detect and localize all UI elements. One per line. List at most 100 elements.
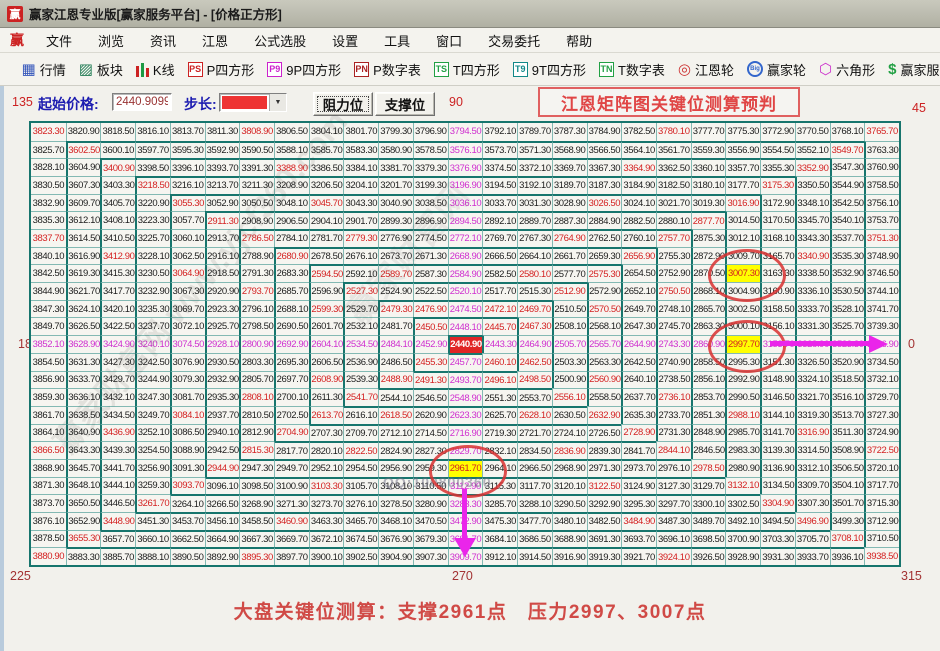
matrix-cell: 2896.90 (413, 211, 448, 229)
matrix-cell: 3112.90 (448, 477, 483, 495)
tool-item-P四方形[interactable]: PSP四方形 (181, 60, 261, 79)
matrix-cell: 3645.70 (66, 459, 101, 477)
matrix-cell: 2618.50 (378, 406, 413, 424)
matrix-cell: 3304.90 (760, 494, 795, 512)
menu-item-文件[interactable]: 文件 (33, 28, 85, 53)
matrix-cell: 3496.90 (795, 512, 830, 530)
matrix-cell: 3914.50 (517, 547, 552, 565)
matrix-cell: 2966.50 (517, 459, 552, 477)
menu-item-资讯[interactable]: 资讯 (137, 28, 189, 53)
matrix-cell: 2505.70 (552, 335, 587, 353)
menu-item-设置[interactable]: 设置 (319, 28, 371, 53)
tool-item-T数字表[interactable]: TNT数字表 (592, 60, 671, 79)
app-icon: 赢 (7, 6, 23, 22)
matrix-cell: 3760.90 (864, 158, 899, 176)
matrix-cell: 2769.70 (482, 229, 517, 247)
tool-item-赢家轮[interactable]: Big赢家轮 (741, 60, 813, 79)
matrix-cell: 2656.90 (621, 247, 656, 265)
matrix-cell: 3878.50 (31, 530, 66, 548)
matrix-cell: 2762.50 (587, 229, 622, 247)
tool-item-P数字表[interactable]: PNP数字表 (348, 60, 428, 79)
tool-item-T四方形[interactable]: TST四方形 (427, 60, 506, 79)
matrix-cell: 3465.70 (343, 512, 378, 530)
matrix-cell: 3014.50 (725, 211, 760, 229)
matrix-cell: 2760.10 (621, 229, 656, 247)
matrix-cell: 3230.50 (135, 264, 170, 282)
tool-item-赢家服务[interactable]: $赢家服务 (882, 60, 940, 79)
matrix-cell: 3213.70 (205, 176, 240, 194)
matrix-cell: 2536.90 (343, 353, 378, 371)
menu-item-江恩[interactable]: 江恩 (189, 28, 241, 53)
matrix-cell: 3278.50 (378, 494, 413, 512)
matrix-cell: 3175.30 (760, 176, 795, 194)
menu-item-帮助[interactable]: 帮助 (553, 28, 605, 53)
step-label: 步长: (184, 94, 217, 114)
tool-item-板块[interactable]: ▨板块 (72, 60, 129, 79)
step-color-dropdown[interactable]: ▼ (219, 93, 287, 112)
matrix-cell: 2654.50 (621, 264, 656, 282)
tool-item-label: 赢家服务 (901, 60, 940, 79)
matrix-cell: 2776.90 (378, 229, 413, 247)
start-price-input[interactable] (112, 93, 172, 111)
support-button[interactable]: 支撑位 (375, 92, 435, 116)
matrix-cell: 3621.70 (66, 282, 101, 300)
matrix-cell: 3451.30 (135, 512, 170, 530)
matrix-cell: 2457.70 (448, 353, 483, 371)
matrix-cell: 2784.10 (274, 229, 309, 247)
matrix-cell: 2652.10 (621, 282, 656, 300)
matrix-cell: 3919.30 (587, 547, 622, 565)
matrix-cell: 3648.10 (66, 477, 101, 495)
tool-item-9P四方形[interactable]: P99P四方形 (261, 60, 348, 79)
matrix-cell: 3120.10 (552, 477, 587, 495)
matrix-cell: 2757.70 (656, 229, 691, 247)
matrix-cell: 2532.10 (343, 317, 378, 335)
matrix-cell: 3225.70 (135, 229, 170, 247)
matrix-cell: 3571.30 (517, 141, 552, 159)
tool-item-label: 板块 (97, 60, 123, 79)
menu-item-公式选股[interactable]: 公式选股 (241, 28, 319, 53)
matrix-cell: 2844.10 (656, 441, 691, 459)
matrix-cell: 3273.70 (309, 494, 344, 512)
matrix-cell: 3249.70 (135, 406, 170, 424)
matrix-cell: 3902.50 (343, 547, 378, 565)
matrix-cell: 3124.90 (621, 477, 656, 495)
resistance-button[interactable]: 阻力位 (313, 92, 373, 116)
matrix-cell: 2625.70 (482, 406, 517, 424)
matrix-cell: 2676.10 (343, 247, 378, 265)
window-title: 赢家江恩专业版[赢家服务平台] - [价格正方形] (29, 4, 282, 23)
matrix-cell: 3357.70 (725, 158, 760, 176)
matrix-cell: 2772.10 (448, 229, 483, 247)
matrix-cell: 3640.90 (66, 424, 101, 442)
matrix-cell: 3050.50 (239, 194, 274, 212)
matrix-cell: 3165.70 (760, 247, 795, 265)
matrix-cell: 3012.10 (725, 229, 760, 247)
tool-item-江恩轮[interactable]: ◎江恩轮 (671, 60, 740, 79)
matrix-cell: 3182.50 (656, 176, 691, 194)
matrix-cell: 3084.10 (170, 406, 205, 424)
matrix-cell: 3926.50 (691, 547, 726, 565)
matrix-cell: 3936.10 (830, 547, 865, 565)
matrix-cell: 3456.10 (205, 512, 240, 530)
tool-item-六角形[interactable]: ⬡六角形 (813, 60, 882, 79)
menu-item-工具[interactable]: 工具 (371, 28, 423, 53)
matrix-cell: 2990.50 (725, 388, 760, 406)
matrix-cell: 2764.90 (552, 229, 587, 247)
menu-item-窗口[interactable]: 窗口 (423, 28, 475, 53)
matrix-cell: 2680.90 (274, 247, 309, 265)
tool-item-K线[interactable]: K线 (129, 60, 181, 79)
matrix-cell: 3168.10 (760, 229, 795, 247)
tool-item-行情[interactable]: ▦行情 (15, 60, 72, 79)
menu-item-交易委托[interactable]: 交易委托 (475, 28, 553, 53)
menu-item-浏览[interactable]: 浏览 (85, 28, 137, 53)
matrix-cell: 3487.30 (656, 512, 691, 530)
matrix-cell: 3331.30 (795, 317, 830, 335)
matrix-cell: 3722.50 (864, 441, 899, 459)
matrix-cell: 3468.10 (378, 512, 413, 530)
matrix-cell: 3151.30 (760, 353, 795, 371)
matrix-cell: 3650.50 (66, 494, 101, 512)
matrix-cell: 2832.10 (482, 441, 517, 459)
chevron-down-icon[interactable]: ▼ (269, 94, 286, 111)
tool-item-9T四方形[interactable]: T99T四方形 (506, 60, 592, 79)
matrix-cell: 3825.70 (31, 141, 66, 159)
badge-icon-T9: T9 (513, 62, 528, 77)
